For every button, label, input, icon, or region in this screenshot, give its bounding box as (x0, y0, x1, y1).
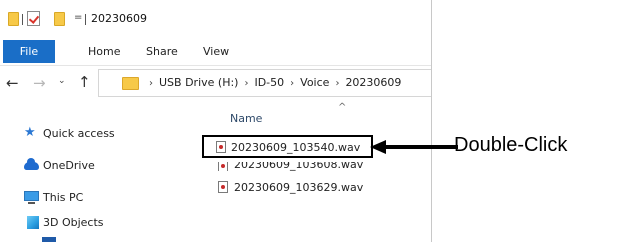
tab-home[interactable]: Home (88, 45, 120, 58)
sidebar-item-label: This PC (43, 191, 84, 204)
sidebar-item-quick-access[interactable]: ★ Quick access (0, 124, 198, 144)
navigation-pane: ★ Quick access OneDrive This PC 3D Objec… (0, 100, 198, 242)
sidebar-item-label: 3D Objects (43, 216, 104, 229)
chevron-down-icon[interactable]: ⌄ (58, 76, 66, 86)
file-item[interactable]: 20230609_103540.wav (202, 135, 373, 158)
file-item[interactable]: 20230609_103629.wav (202, 178, 422, 197)
divider (22, 14, 23, 25)
properties-check-icon[interactable] (27, 11, 40, 26)
file-name: 20230609_103540.wav (231, 141, 361, 154)
file-name: 20230609_103608.wav (234, 162, 364, 171)
audio-file-icon (216, 141, 226, 153)
sort-ascending-icon[interactable]: ^ (338, 102, 346, 113)
title-bar: = 20230609 (0, 0, 431, 39)
file-list: ^ Name 20230609_103540.wav 20230609_1036… (198, 100, 431, 242)
folder-icon[interactable] (8, 12, 19, 26)
column-header-name[interactable]: Name (230, 112, 262, 125)
breadcrumb-id-50[interactable]: ID-50 (254, 76, 284, 89)
file-name: 20230609_103629.wav (234, 181, 364, 194)
breadcrumb-voice[interactable]: Voice (300, 76, 329, 89)
callout-label: Double-Click (454, 134, 568, 156)
breadcrumb-usb-drive[interactable]: USB Drive (H:) (159, 76, 238, 89)
tab-share[interactable]: Share (146, 45, 178, 58)
divider (85, 14, 86, 25)
chevron-right-icon[interactable]: › (284, 78, 300, 89)
file-explorer-window: = 20230609 File Home Share View ← → ⌄ ↑ … (0, 0, 432, 242)
breadcrumb-20230609[interactable]: 20230609 (345, 76, 401, 89)
tab-file[interactable]: File (3, 40, 55, 63)
address-bar[interactable]: › USB Drive (H:) › ID-50 › Voice › 20230609 (98, 69, 431, 97)
ribbon-tabs: File Home Share View (0, 38, 431, 66)
address-row: ← → ⌄ ↑ › USB Drive (H:) › ID-50 › Voice › 2023… (0, 66, 431, 100)
chevron-right-icon[interactable]: › (238, 78, 254, 89)
back-arrow-icon[interactable]: ← (6, 74, 19, 92)
sidebar-item-label: OneDrive (43, 159, 95, 172)
chevron-right-icon[interactable]: › (143, 78, 159, 89)
sidebar-item-onedrive[interactable]: OneDrive (0, 156, 198, 176)
breadcrumb: › USB Drive (H:) › ID-50 › Voice › 20230609 (143, 76, 401, 89)
tab-view[interactable]: View (203, 45, 229, 58)
customize-toolbar-dropdown[interactable]: = (74, 12, 82, 24)
desktop-icon (42, 237, 56, 242)
folder-icon (122, 77, 139, 90)
up-arrow-icon[interactable]: ↑ (78, 73, 91, 91)
sidebar-item-label: Quick access (43, 127, 115, 140)
sidebar-item-this-pc[interactable]: This PC (0, 188, 198, 208)
audio-file-icon (218, 162, 228, 171)
cloud-icon (24, 158, 39, 170)
computer-icon (24, 191, 39, 204)
callout-arrow-icon (370, 140, 458, 154)
file-item[interactable]: 20230609_103608.wav (202, 162, 422, 171)
forward-arrow-icon[interactable]: → (33, 74, 46, 92)
new-folder-icon[interactable] (54, 12, 65, 26)
star-icon: ★ (24, 125, 36, 140)
sidebar-item-3d-objects[interactable]: 3D Objects (0, 213, 198, 233)
audio-file-icon (218, 181, 228, 193)
cube-icon (27, 216, 39, 229)
chevron-right-icon[interactable]: › (329, 78, 345, 89)
window-title: 20230609 (91, 12, 147, 25)
